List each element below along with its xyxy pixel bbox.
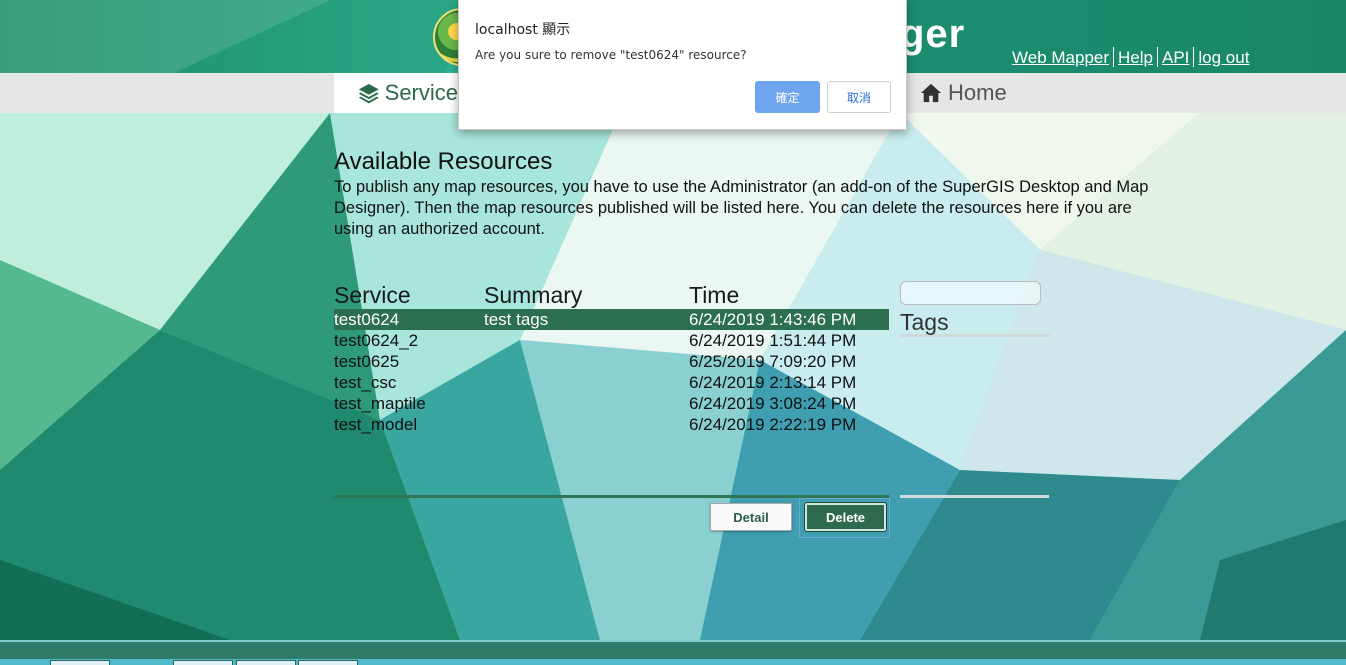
table-row[interactable]: test_model 6/24/2019 2:22:19 PM xyxy=(334,414,889,435)
footer-tab[interactable] xyxy=(236,660,296,665)
table-row[interactable]: test_csc 6/24/2019 2:13:14 PM xyxy=(334,372,889,393)
row-service: test_csc xyxy=(334,373,397,392)
detail-button[interactable]: Detail xyxy=(710,503,792,531)
table-row[interactable]: test0624 test tags 6/24/2019 1:43:46 PM xyxy=(334,309,889,330)
web-mapper-link[interactable]: Web Mapper xyxy=(1012,48,1109,67)
row-time: 6/24/2019 2:22:19 PM xyxy=(689,415,857,434)
row-time: 6/24/2019 2:13:14 PM xyxy=(689,373,857,392)
link-separator xyxy=(1193,47,1195,67)
dialog-message: Are you sure to remove "test0624" resour… xyxy=(475,48,747,62)
row-time: 6/24/2019 1:51:44 PM xyxy=(689,331,857,350)
row-service: test0625 xyxy=(334,352,400,371)
table-row[interactable]: test0624_2 6/24/2019 1:51:44 PM xyxy=(334,330,889,351)
row-summary xyxy=(484,330,689,351)
resources-intro: Available Resources To publish any map r… xyxy=(334,148,1164,240)
table-row[interactable]: test_maptile 6/24/2019 3:08:24 PM xyxy=(334,393,889,414)
link-separator xyxy=(1113,47,1115,67)
home-icon xyxy=(920,83,942,103)
row-time: 6/24/2019 1:43:46 PM xyxy=(689,310,857,329)
dialog-title: localhost 顯示 xyxy=(475,22,571,38)
row-service: test_maptile xyxy=(334,394,426,413)
column-header-summary: Summary xyxy=(484,282,583,308)
logout-link[interactable]: log out xyxy=(1198,48,1249,67)
list-header: Service Summary Time xyxy=(334,281,889,309)
row-summary xyxy=(484,351,689,372)
table-row[interactable]: test0625 6/25/2019 7:09:20 PM xyxy=(334,351,889,372)
layers-icon xyxy=(358,83,379,104)
row-service: test0624 xyxy=(334,310,400,329)
page-title: Available Resources xyxy=(334,148,553,175)
row-summary: test tags xyxy=(484,310,549,329)
tags-divider xyxy=(900,495,1049,498)
row-summary xyxy=(484,414,689,435)
tab-home[interactable]: Home xyxy=(920,73,1007,113)
footer-tab[interactable] xyxy=(173,660,233,665)
row-summary xyxy=(484,372,689,393)
row-summary xyxy=(484,393,689,414)
tab-home-label: Home xyxy=(948,80,1007,105)
api-link[interactable]: API xyxy=(1162,48,1189,67)
row-service: test0624_2 xyxy=(334,331,419,350)
row-time: 6/24/2019 3:08:24 PM xyxy=(689,394,857,413)
tags-panel: Tags xyxy=(900,281,1050,337)
top-links: Web Mapper Help API log out xyxy=(1012,47,1249,68)
tags-title: Tags xyxy=(900,307,1050,337)
footer-tab[interactable] xyxy=(298,660,358,665)
tab-service[interactable]: Service xyxy=(334,73,458,113)
column-header-time: Time xyxy=(689,282,740,308)
delete-button[interactable]: Delete xyxy=(805,503,886,531)
column-header-service: Service xyxy=(334,282,411,308)
confirm-dialog: localhost 顯示 Are you sure to remove "tes… xyxy=(458,0,907,130)
tag-search-input[interactable] xyxy=(900,281,1041,305)
row-service: test_model xyxy=(334,415,418,434)
tab-service-label: Service xyxy=(384,80,458,105)
help-link[interactable]: Help xyxy=(1118,48,1153,67)
footer-tab[interactable] xyxy=(50,660,110,665)
link-separator xyxy=(1156,47,1158,67)
app-title: ger xyxy=(900,12,966,56)
confirm-ok-button[interactable]: 確定 xyxy=(755,81,820,113)
resource-list: Service Summary Time test0624 test tags … xyxy=(334,281,889,435)
confirm-cancel-button[interactable]: 取消 xyxy=(827,81,891,113)
row-time: 6/25/2019 7:09:20 PM xyxy=(689,352,857,371)
page-description: To publish any map resources, you have t… xyxy=(334,178,1149,238)
